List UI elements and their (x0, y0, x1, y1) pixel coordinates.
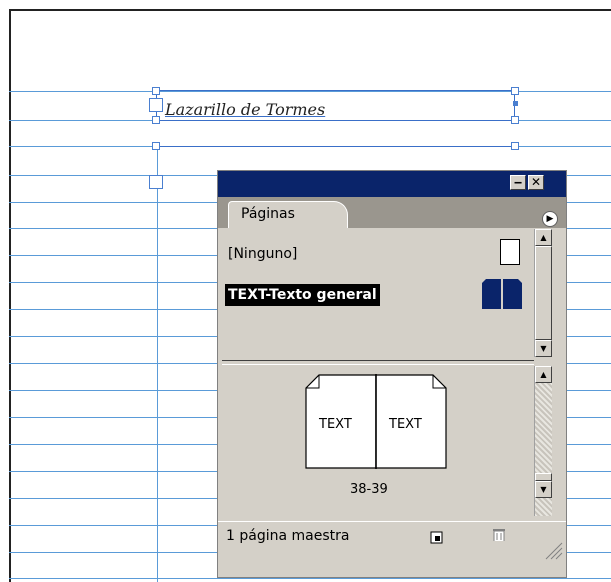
frame2-in-port[interactable] (149, 175, 163, 189)
pages-scroll-down-button[interactable]: ▼ (535, 481, 552, 498)
frame-handle-top-right[interactable] (511, 87, 519, 95)
panel-tabstrip: Páginas ▶ (218, 197, 566, 228)
spread-page-numbers: 38-39 (350, 482, 388, 497)
pages-scroll-thumb[interactable] (535, 473, 552, 481)
master-item-none[interactable]: [Ninguno] (228, 243, 297, 265)
master-count-status: 1 página maestra (226, 528, 350, 544)
new-page-icon[interactable] (430, 530, 444, 544)
scroll-thumb[interactable] (535, 246, 552, 340)
document-heading-text[interactable]: Lazarillo de Tormes (165, 100, 325, 119)
panel-footer: 1 página maestra (218, 521, 566, 578)
pages-scroll-up-button[interactable]: ▲ (535, 366, 552, 383)
frame-handle-mid-right[interactable] (513, 101, 518, 106)
frame-handle-bottom-right[interactable] (511, 116, 519, 124)
frame2-handle-right[interactable] (511, 142, 519, 150)
frame-handle-top-left[interactable] (152, 87, 160, 95)
master-spread-icon[interactable] (480, 279, 524, 309)
close-button[interactable]: ✕ (528, 175, 544, 190)
flyout-menu-icon[interactable]: ▶ (542, 211, 558, 227)
text-frame-in-port[interactable] (149, 98, 163, 112)
single-page-icon[interactable] (500, 239, 520, 265)
minimize-button[interactable]: ‒ (510, 175, 526, 190)
right-page-prefix: TEXT (389, 417, 422, 432)
tab-paginas[interactable]: Páginas (228, 201, 348, 228)
pages-panel: ‒ ✕ Páginas ▶ [Ninguno] TEXT-Texto gener… (217, 170, 567, 578)
frame2-handle-left[interactable] (152, 142, 160, 150)
panel-splitter[interactable] (222, 360, 534, 365)
resize-grip-icon[interactable] (543, 540, 563, 560)
frame-handle-bottom-left[interactable] (152, 116, 160, 124)
master-item-text-general[interactable]: TEXT-Texto general (225, 284, 380, 306)
scroll-up-button[interactable]: ▲ (535, 229, 552, 246)
trash-icon[interactable] (492, 527, 506, 541)
pages-scrollbar[interactable]: ▲ ▼ (534, 366, 552, 516)
scroll-down-button[interactable]: ▼ (535, 340, 552, 357)
masters-scrollbar[interactable]: ▲ ▼ (534, 229, 552, 357)
left-page-prefix: TEXT (319, 417, 352, 432)
panel-titlebar[interactable]: ‒ ✕ (218, 171, 566, 197)
